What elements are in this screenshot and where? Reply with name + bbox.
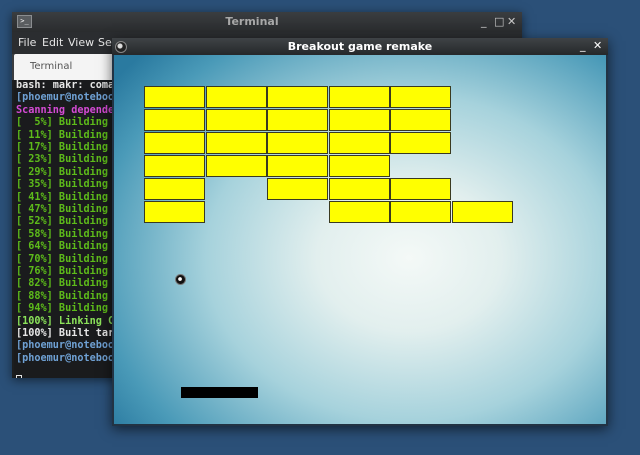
brick	[390, 178, 451, 200]
brick	[329, 201, 390, 223]
terminal-line: [ 35%] Building	[16, 179, 109, 191]
terminal-line: [ 47%] Building	[16, 204, 109, 215]
terminal-cursor	[16, 375, 22, 378]
game-close-button[interactable]: ✕	[593, 37, 602, 55]
terminal-line: [phoemur@noteboo	[16, 92, 115, 104]
brick	[267, 86, 328, 108]
terminal-minimize-button[interactable]: _	[481, 13, 487, 31]
terminal-line: [ 41%] Building	[16, 191, 109, 203]
tab-terminal[interactable]: Terminal	[14, 54, 114, 80]
brick	[206, 132, 267, 154]
terminal-line: [ 76%] Building	[16, 266, 109, 277]
terminal-line: [100%] Built tar	[16, 328, 115, 339]
terminal-line: [ 52%] Building	[16, 216, 109, 228]
game-window-title: Breakout game remake	[287, 40, 433, 53]
brick	[390, 109, 451, 131]
terminal-line: [ 29%] Building	[16, 166, 109, 178]
brick	[206, 86, 267, 108]
game-window[interactable]: Breakout game remake _ ✕	[112, 38, 608, 426]
terminal-line: bash: makr: coma	[16, 80, 115, 91]
menu-view[interactable]: View	[68, 32, 94, 54]
brick	[329, 178, 390, 200]
paddle[interactable]	[181, 387, 258, 398]
brick	[267, 155, 328, 177]
terminal-line: [phoemur@noteboo	[16, 352, 115, 364]
brick	[144, 155, 205, 177]
brick	[329, 155, 390, 177]
brick	[267, 132, 328, 154]
game-minimize-button[interactable]: _	[580, 37, 586, 55]
terminal-line: [ 64%] Building	[16, 241, 109, 253]
menu-search[interactable]: Se	[98, 32, 112, 54]
brick	[144, 178, 205, 200]
terminal-line: [ 11%] Building	[16, 129, 109, 141]
brick	[390, 201, 451, 223]
brick	[329, 132, 390, 154]
brick	[144, 201, 205, 223]
terminal-line: [ 94%] Building	[16, 303, 109, 315]
terminal-line: [ 88%] Building	[16, 290, 109, 302]
terminal-window-title: Terminal	[225, 15, 279, 28]
brick	[144, 109, 205, 131]
terminal-close-button[interactable]: ✕	[507, 13, 516, 31]
brick	[144, 132, 205, 154]
terminal-line: [ 82%] Building	[16, 278, 109, 290]
menu-file[interactable]: File	[18, 32, 36, 54]
menu-edit[interactable]: Edit	[42, 32, 63, 54]
game-titlebar[interactable]: Breakout game remake _ ✕	[112, 38, 608, 55]
game-canvas[interactable]	[114, 55, 606, 424]
brick	[267, 109, 328, 131]
terminal-line: Scanning depende	[16, 104, 115, 116]
terminal-line: [phoemur@noteboo	[16, 340, 115, 352]
brick	[329, 86, 390, 108]
terminal-line: [ 5%] Building	[16, 117, 109, 129]
terminal-titlebar[interactable]: >_ Terminal _ □ ✕	[12, 12, 522, 32]
brick	[144, 86, 205, 108]
brick	[390, 86, 451, 108]
brick	[329, 109, 390, 131]
terminal-line: [ 58%] Building	[16, 228, 109, 240]
brick	[267, 178, 328, 200]
terminal-maximize-button[interactable]: □	[494, 13, 504, 31]
terminal-line: [ 70%] Building	[16, 253, 109, 265]
brick	[206, 155, 267, 177]
terminal-line: [ 23%] Building	[16, 154, 109, 166]
brick	[452, 201, 513, 223]
ball	[175, 274, 186, 285]
brick	[390, 132, 451, 154]
terminal-line: [ 17%] Building	[16, 142, 109, 153]
terminal-line: [100%] Linking C	[16, 315, 115, 327]
brick	[206, 109, 267, 131]
